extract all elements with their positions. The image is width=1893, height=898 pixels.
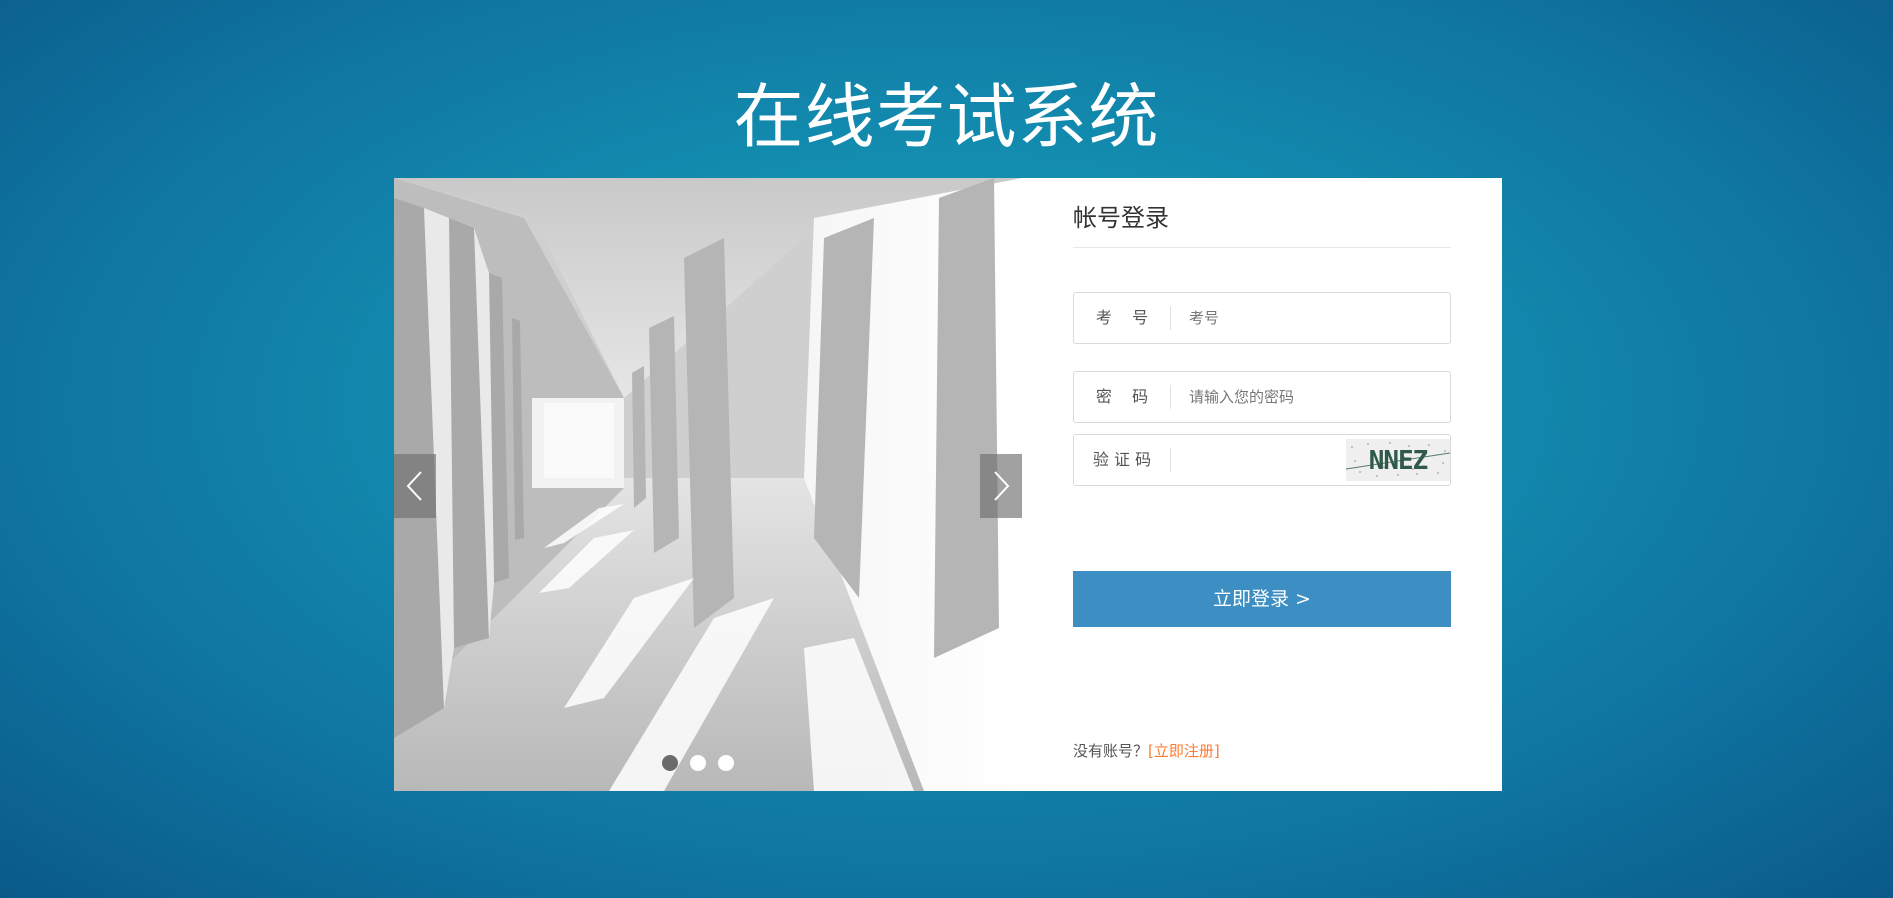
field-separator — [1170, 385, 1171, 409]
heading-divider — [1073, 247, 1451, 248]
exam-number-input[interactable] — [1189, 301, 1339, 335]
password-input[interactable] — [1189, 380, 1339, 414]
register-link[interactable]: [立即注册] — [1148, 742, 1220, 760]
register-prompt: 没有账号？ — [1073, 742, 1149, 760]
field-separator — [1170, 306, 1171, 330]
page-title: 在线考试系统 — [733, 76, 1160, 158]
carousel-dots — [662, 755, 746, 771]
exam-number-field: 考 号 — [1073, 292, 1451, 344]
captcha-label: 验 证 码 — [1092, 450, 1152, 469]
password-field: 密 码 — [1073, 371, 1451, 423]
captcha-input[interactable] — [1189, 443, 1339, 477]
corridor-image — [394, 178, 1022, 791]
carousel-dot-1[interactable] — [662, 755, 678, 771]
password-label: 密 码 — [1095, 387, 1149, 406]
carousel-dot-3[interactable] — [718, 755, 734, 771]
login-submit-button[interactable]: 立即登录 > — [1073, 571, 1451, 627]
register-row: 没有账号？[立即注册] — [1073, 740, 1220, 761]
chevron-right-icon — [994, 471, 1010, 501]
carousel-dot-2[interactable] — [690, 755, 706, 771]
carousel-prev-button[interactable] — [394, 454, 436, 518]
captcha-field: 验 证 码 NNEZ — [1073, 434, 1451, 486]
exam-number-label: 考 号 — [1095, 308, 1149, 327]
image-carousel — [394, 178, 1022, 791]
chevron-left-icon — [406, 471, 422, 501]
carousel-next-button[interactable] — [980, 454, 1022, 518]
login-panel: 帐号登录 考 号 密 码 验 证 码 NNEZ 立即登 — [1022, 178, 1502, 791]
captcha-image[interactable]: NNEZ — [1346, 439, 1450, 481]
login-heading: 帐号登录 — [1073, 204, 1169, 232]
field-separator — [1170, 448, 1171, 472]
captcha-text: NNEZ — [1369, 446, 1428, 476]
